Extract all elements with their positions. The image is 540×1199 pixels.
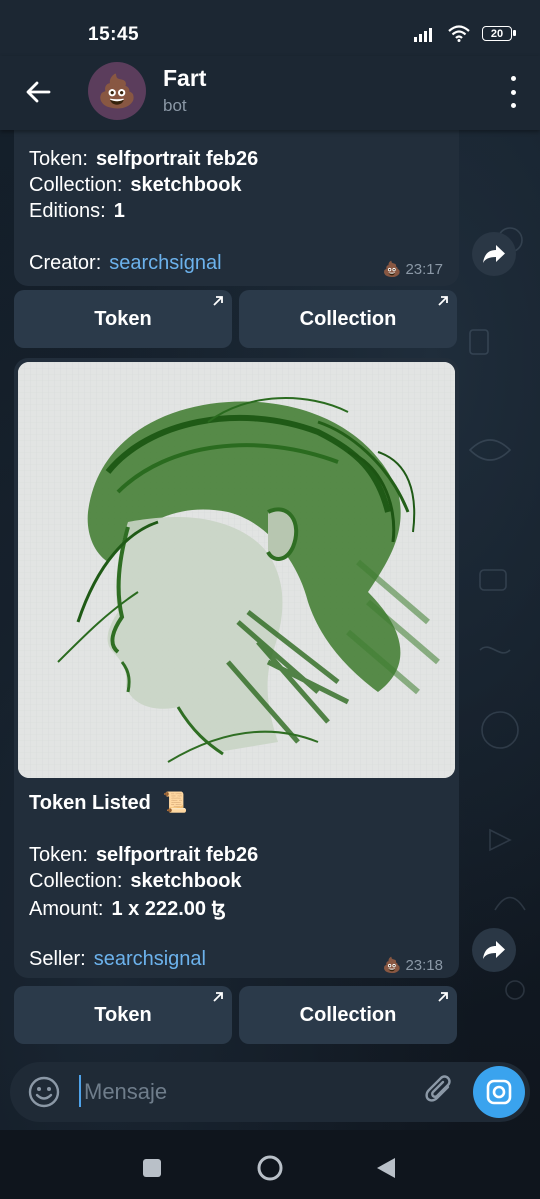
attach-button[interactable] [421, 1072, 459, 1110]
collection-line: Collection: sketchbook [29, 870, 242, 892]
external-link-icon [438, 992, 448, 1002]
smiley-icon [28, 1076, 60, 1108]
home-button[interactable] [256, 1154, 284, 1187]
editions-value: 1 [113, 200, 125, 222]
circle-icon [257, 1155, 283, 1181]
external-link-icon [213, 992, 223, 1002]
collection-button[interactable]: Collection [239, 290, 457, 348]
triangle-back-icon [377, 1158, 395, 1178]
external-link-icon [213, 296, 223, 306]
emoji-button[interactable] [26, 1074, 62, 1110]
token-line: Token: selfportrait feb26 [29, 148, 259, 170]
editions-line: Editions: 1 [29, 200, 125, 222]
battery-level: 20 [490, 27, 504, 40]
recents-button[interactable] [142, 1158, 162, 1183]
more-vertical-icon [510, 76, 516, 81]
message-meta: 💩 23:17 [382, 260, 443, 279]
message-bubble-listing: Token: selfportrait feb26 Collection: sket… [14, 108, 459, 286]
message-meta: 💩 23:18 [382, 956, 443, 975]
chat-header: 💩 Fart bot [0, 56, 540, 130]
square-icon [143, 1159, 161, 1177]
share-button[interactable] [472, 928, 516, 972]
seller-link[interactable]: searchsignal [94, 948, 206, 970]
paperclip-icon [425, 1075, 451, 1102]
wifi-icon [448, 25, 470, 42]
token-value: selfportrait feb26 [95, 844, 259, 866]
creator-line: Creator: searchsignal [29, 252, 222, 274]
amount-value: 1 x 222.00 ꜩ [111, 898, 226, 920]
share-button[interactable] [472, 232, 516, 276]
more-options-button[interactable] [506, 76, 520, 108]
back-button[interactable] [20, 74, 56, 110]
amount-line: Amount: 1 x 222.00 ꜩ [29, 898, 226, 920]
message-time: 23:17 [405, 260, 443, 278]
signal-icon [414, 27, 432, 42]
token-value: selfportrait feb26 [95, 148, 259, 170]
camera-icon [486, 1079, 512, 1105]
forward-arrow-icon [483, 941, 505, 959]
seller-line: Seller: searchsignal [29, 948, 206, 970]
meta-emoji: 💩 [382, 957, 402, 974]
back-arrow-icon [26, 81, 51, 103]
collection-line: Collection: sketchbook [29, 174, 242, 196]
status-time: 15:45 [88, 24, 140, 45]
system-navigation-bar [0, 1130, 540, 1199]
battery-icon: 20 [482, 26, 516, 41]
camera-button[interactable] [473, 1066, 525, 1118]
token-button[interactable]: Token [14, 290, 232, 348]
status-bar: 15:45 20 [0, 0, 540, 62]
creator-link[interactable]: searchsignal [109, 252, 221, 274]
text-caret [79, 1075, 81, 1107]
collection-value: sketchbook [130, 174, 242, 196]
collection-button[interactable]: Collection [239, 986, 457, 1044]
collection-value: sketchbook [130, 870, 242, 892]
avatar[interactable]: 💩 [88, 62, 146, 120]
telegram-chat-screen: 15:45 20 💩 Fart bot Token: selfportrait … [0, 0, 540, 1199]
message-bubble-token-listed: Token Listed 📜 Token: selfportrait feb26 … [14, 358, 459, 978]
token-button[interactable]: Token [14, 986, 232, 1044]
external-link-icon [438, 296, 448, 306]
message-input[interactable] [82, 1072, 406, 1112]
scroll-emoji: 📜 [162, 792, 188, 814]
chat-title[interactable]: Fart [163, 65, 206, 92]
message-heading: Token Listed 📜 [29, 792, 188, 814]
back-nav-button[interactable] [375, 1156, 397, 1185]
chat-subtitle: bot [163, 96, 187, 115]
sketch-portrait-image [18, 362, 455, 778]
forward-arrow-icon [483, 245, 505, 263]
token-image[interactable] [18, 362, 455, 778]
status-icons: 20 [414, 25, 516, 42]
avatar-emoji: 💩 [97, 73, 137, 109]
meta-emoji: 💩 [382, 261, 402, 278]
message-time: 23:18 [405, 956, 443, 974]
token-line: Token: selfportrait feb26 [29, 844, 259, 866]
